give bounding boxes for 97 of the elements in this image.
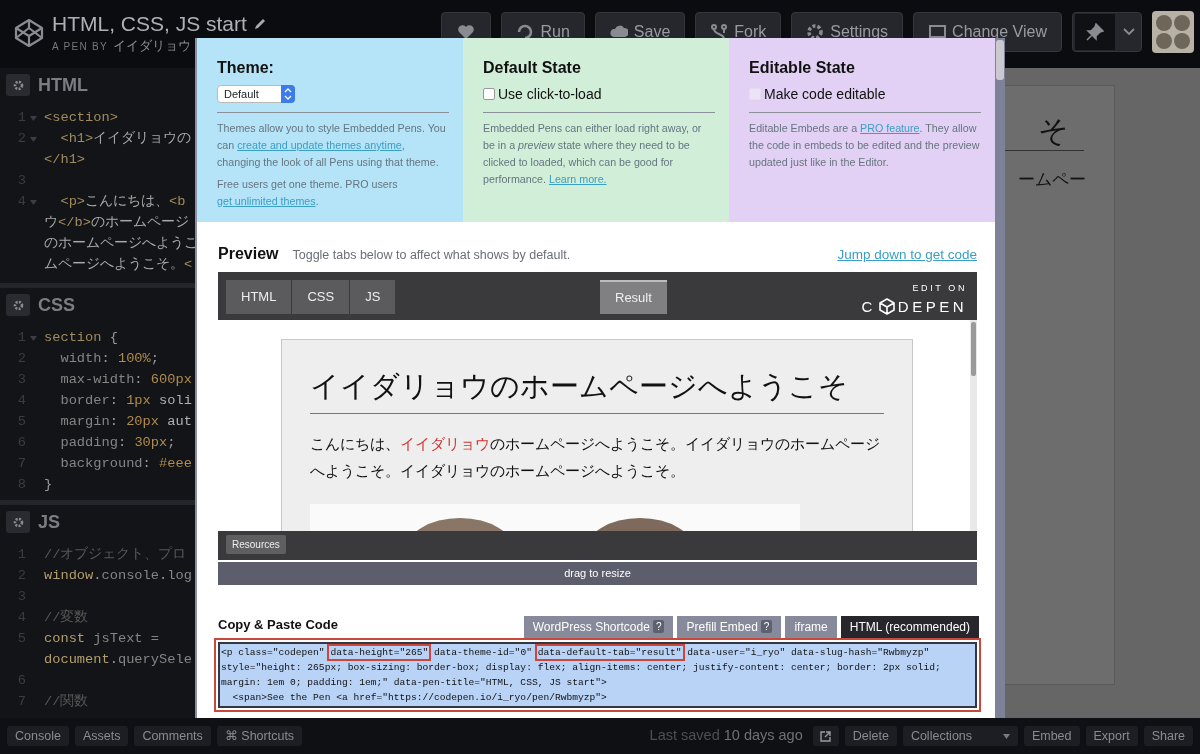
page-paragraph: こんにちは、イイダリョウのホームページへようこそ。イイダリョウのホームページへようこそ。イイダリョウのホームページへようこそ。 bbox=[310, 433, 881, 481]
fork-icon bbox=[710, 23, 729, 41]
footer-button[interactable]: Share bbox=[1143, 726, 1193, 746]
code-line: ウ</b>のホームページ bbox=[43, 214, 189, 233]
code-line: <span>See the Pen <a href="https://codepen.io/i_ryo/pen/Rwbmyzp"> bbox=[231, 691, 608, 706]
code-line: //オブジェクト、プロ bbox=[43, 545, 187, 565]
refresh-icon bbox=[516, 23, 535, 41]
settings-icon bbox=[12, 516, 24, 528]
settings-icon bbox=[12, 79, 24, 91]
code-line: } bbox=[43, 476, 53, 495]
settings-button[interactable] bbox=[6, 74, 30, 96]
panel-title: Editable State bbox=[749, 58, 856, 78]
wordmark: DEPEN bbox=[897, 296, 967, 317]
caret-icon bbox=[1123, 28, 1135, 36]
monitor-icon bbox=[928, 23, 947, 41]
code-line: style="height: 265px; box-sizing: border-box; display: flex; align-items: center; justify-content: center; border: 2px solid; bbox=[221, 660, 942, 675]
code-line: background: #eee bbox=[59, 455, 192, 474]
footer-button[interactable]: Embed bbox=[1023, 726, 1080, 746]
code-line: margin: 1em 0; padding: 1em;" data-pen-title="HTML, CSS, JS start"> bbox=[221, 676, 608, 691]
description-text: Themes allow you to style Embedded Pens. You can create and update themes anytime, changing the look of all Pens using that theme. bbox=[217, 121, 447, 170]
code-line: <p class="codepen" data-height="265" data-theme-id="0" data-default-tab="result" data-user="i_ryo" data-slug-hash="Rwbmyzp" bbox=[221, 644, 974, 660]
code-line: section { bbox=[43, 329, 118, 348]
code-line: <h1>イイダリョウの bbox=[59, 130, 192, 149]
code-line: ムページへようこそ。< bbox=[43, 256, 193, 275]
section-title: Copy & Paste Code bbox=[218, 616, 338, 634]
collections-dropdown[interactable]: Collections bbox=[902, 726, 1018, 746]
description-text: Free users get one theme. PRO users get unlimited themes. bbox=[217, 177, 399, 209]
checkbox-label: Make code editable bbox=[764, 84, 886, 104]
panel-title: Default State bbox=[483, 58, 582, 78]
preview-heading: そ bbox=[1038, 113, 1069, 149]
settings-button[interactable] bbox=[6, 294, 30, 316]
tab[interactable]: HTML bbox=[226, 280, 292, 314]
pencil-icon[interactable] bbox=[252, 17, 267, 31]
settings-icon bbox=[12, 299, 24, 311]
cube-logo-icon bbox=[14, 18, 44, 48]
code-line: </h1> bbox=[43, 151, 86, 170]
checkbox[interactable] bbox=[483, 88, 495, 100]
resources-button[interactable]: Resources bbox=[226, 535, 286, 554]
theme-select[interactable]: Default bbox=[217, 85, 295, 103]
pane-title: CSS bbox=[38, 293, 75, 317]
footer-button[interactable]: Comments bbox=[134, 726, 211, 746]
pen-title: HTML, CSS, JS start bbox=[52, 12, 247, 36]
pane-title: HTML bbox=[38, 73, 88, 97]
author-link[interactable]: イイダリョウ bbox=[113, 36, 191, 56]
caret-icon bbox=[1002, 733, 1010, 739]
footer-button[interactable]: Export bbox=[1085, 726, 1138, 746]
tab[interactable]: CSS bbox=[292, 280, 350, 314]
last-saved-text: Last saved 10 days ago bbox=[649, 726, 803, 746]
code-line: border: 1px soli bbox=[59, 392, 192, 411]
page-heading: イイダリョウのホームページへようこそ bbox=[310, 366, 884, 414]
heart-icon bbox=[457, 24, 476, 40]
code-line: のホームページへようこ bbox=[43, 235, 198, 254]
pane-title: JS bbox=[38, 510, 61, 534]
footer-button[interactable]: ⌘ Shortcuts bbox=[216, 726, 303, 746]
wordmark: C bbox=[861, 296, 876, 317]
tab[interactable]: HTML (recommended) bbox=[840, 615, 979, 638]
code-line: margin: 20px aut bbox=[59, 413, 192, 432]
cube-logo-icon bbox=[878, 298, 895, 316]
external-link-button[interactable] bbox=[812, 726, 839, 746]
jump-link[interactable]: Jump down to get code bbox=[837, 245, 977, 266]
description-text: Embedded Pens can either load right away, or be in a preview state where they need to be clicked to loaded, which can be good for performance. Learn more. bbox=[483, 121, 703, 187]
code-line: <section> bbox=[43, 109, 118, 128]
footer-button[interactable]: Assets bbox=[74, 726, 129, 746]
preview-text: ームペー bbox=[1018, 169, 1086, 191]
checkbox-label: Use click-to-load bbox=[498, 84, 602, 104]
code-line: width: 100%; bbox=[59, 350, 159, 369]
code-line: //関数 bbox=[43, 693, 89, 712]
hint-text: Toggle tabs below to affect what shows by default. bbox=[292, 247, 571, 264]
pin-icon bbox=[1086, 23, 1104, 41]
code-line: padding: 30px; bbox=[59, 434, 176, 453]
code-line: <p>こんにちは、<b bbox=[59, 193, 186, 212]
edit-on-label: EDIT ON bbox=[911, 282, 967, 295]
settings-icon bbox=[806, 23, 825, 41]
byline: A PEN BY bbox=[52, 40, 108, 54]
code-line: const jsText = bbox=[43, 630, 159, 649]
tab[interactable]: Result bbox=[600, 280, 667, 314]
external-link-icon bbox=[820, 730, 832, 742]
panel-title: Theme: bbox=[217, 58, 275, 78]
text-link[interactable]: Learn more. bbox=[548, 173, 607, 185]
tab[interactable]: Prefill Embed ? bbox=[677, 615, 782, 638]
pin-button[interactable] bbox=[1075, 14, 1115, 50]
scrollbar-thumb[interactable] bbox=[971, 322, 976, 376]
code-line: //変数 bbox=[43, 608, 89, 628]
description-text: Editable Embeds are a PRO feature. They allow the code in embeds to be edited and the preview updated just like in the Editor. bbox=[749, 121, 981, 170]
footer-button[interactable]: Delete bbox=[844, 726, 897, 746]
tab[interactable]: WordPress Shortcode ? bbox=[523, 615, 674, 638]
tab[interactable]: JS bbox=[350, 280, 396, 314]
section-title: Preview bbox=[218, 244, 279, 264]
tab[interactable]: iframe bbox=[785, 615, 837, 638]
user-avatar[interactable] bbox=[1152, 11, 1194, 53]
scrollbar-thumb[interactable] bbox=[996, 40, 1004, 80]
code-line: max-width: 600px bbox=[59, 371, 192, 390]
settings-button[interactable] bbox=[6, 511, 30, 533]
footer-button[interactable]: Console bbox=[7, 726, 69, 746]
code-line: document.querySele bbox=[43, 651, 192, 670]
code-line: window.console.log bbox=[43, 567, 192, 586]
resize-handle[interactable]: drag to resize bbox=[218, 562, 977, 585]
